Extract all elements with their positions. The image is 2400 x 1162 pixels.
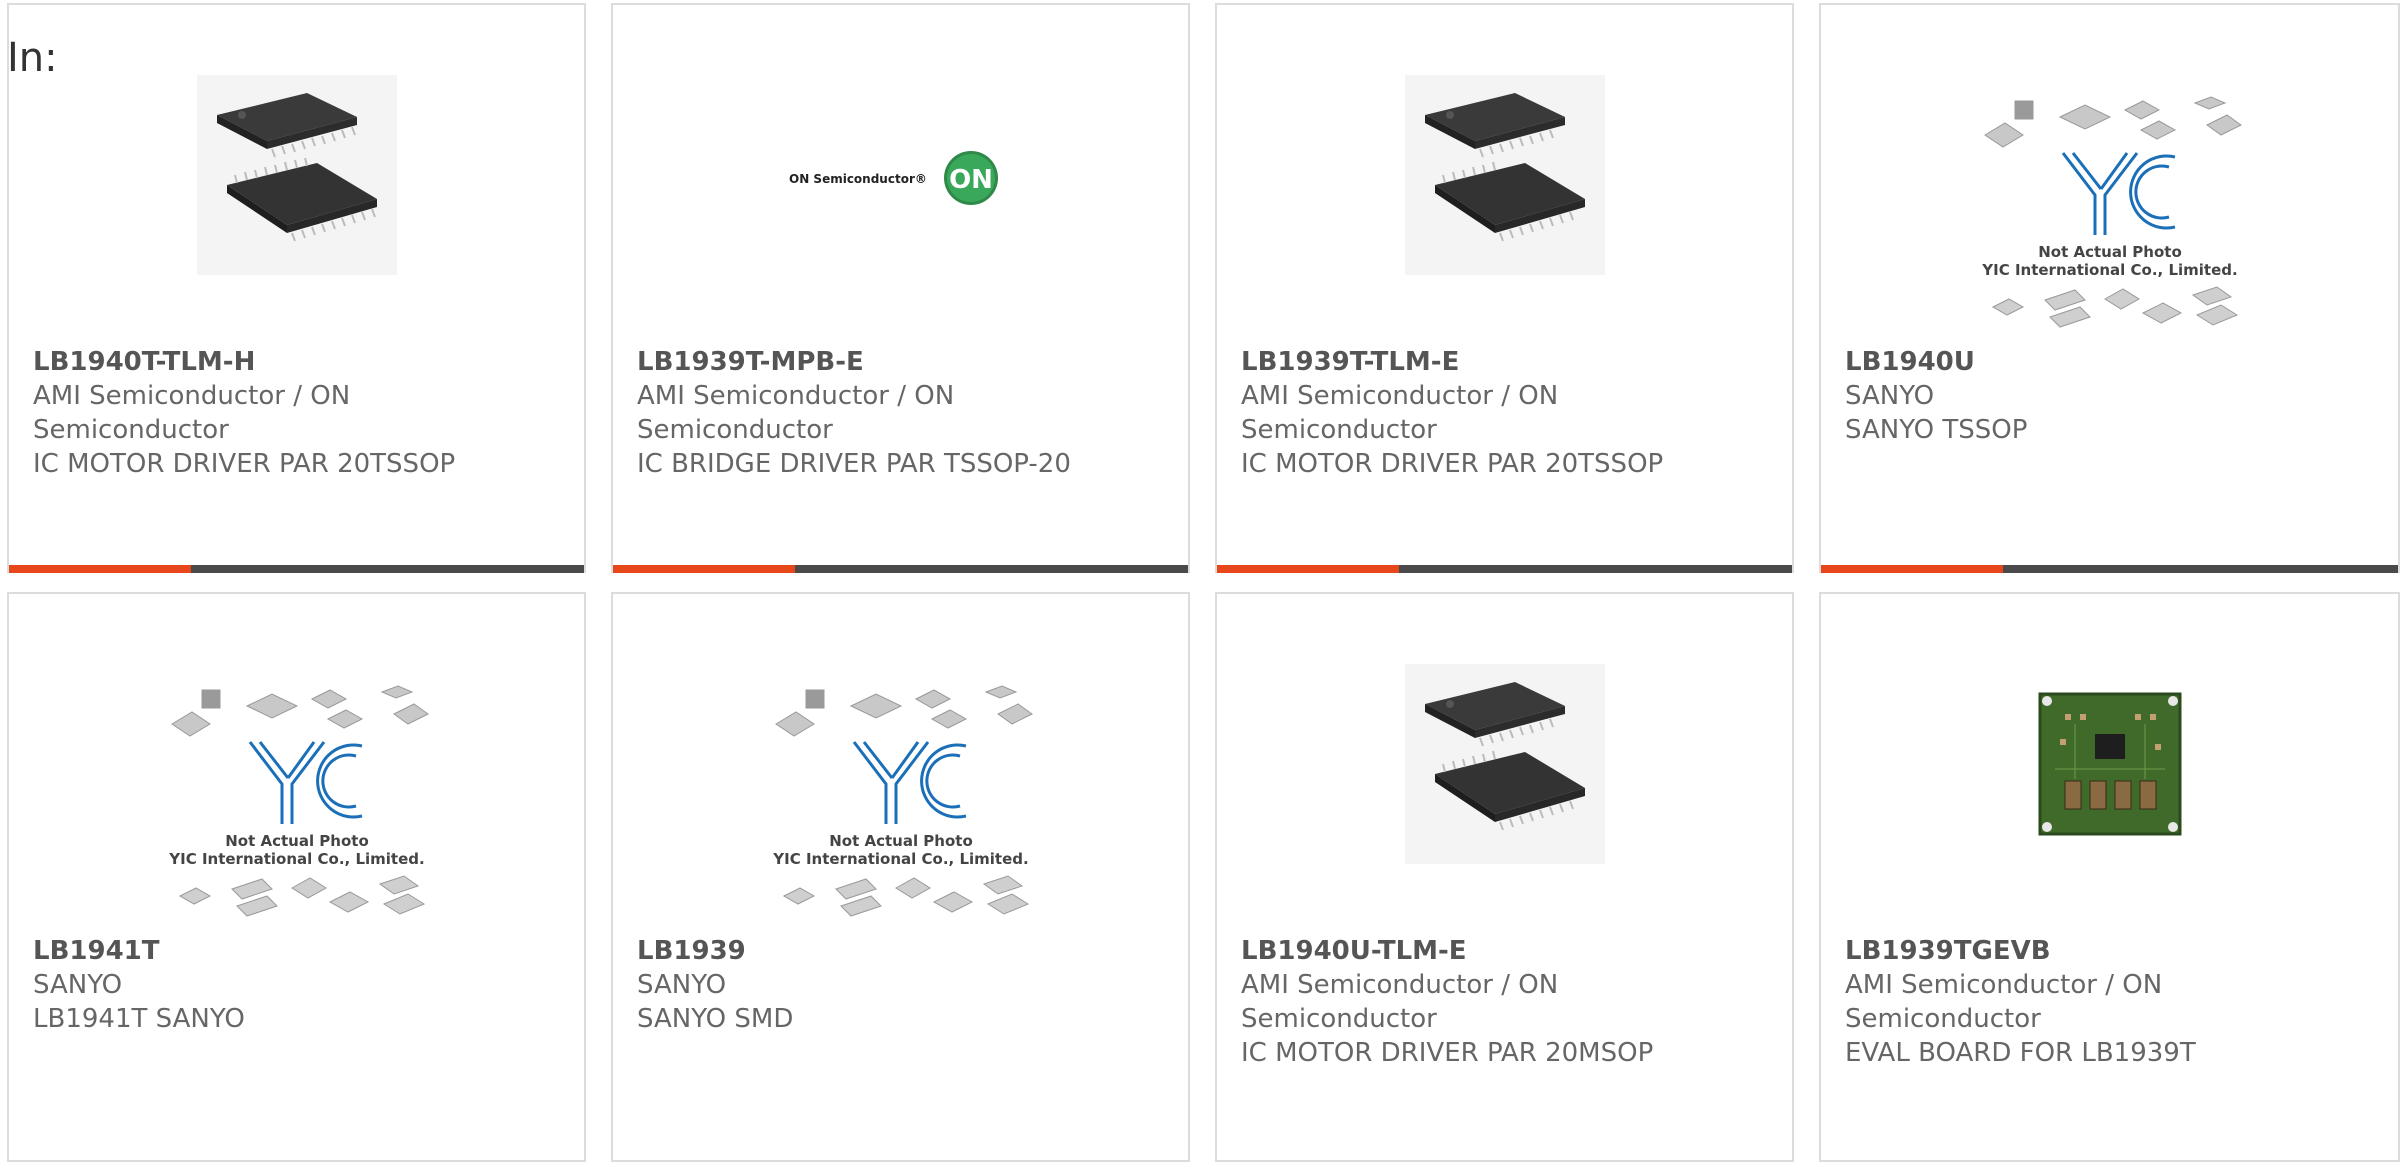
product-card[interactable]: Not Actual Photo YIC International Co., … (1819, 3, 2400, 573)
logo-text: ON Semiconductor® (789, 172, 927, 186)
manufacturer-name: AMI Semiconductor / ON Semiconductor (33, 381, 351, 445)
product-description: IC BRIDGE DRIVER PAR TSSOP-20 (637, 449, 1071, 479)
product-description: IC MOTOR DRIVER PAR 20MSOP (1241, 1038, 1654, 1068)
tssop-chip-photo-icon (1404, 664, 1605, 864)
product-card[interactable]: LB1939T-TLM-E AMI Semiconductor / ON Sem… (1215, 3, 1794, 573)
tssop-chip-photo-icon (1404, 75, 1605, 275)
part-number-link[interactable]: LB1939T-MPB-E (637, 345, 1072, 379)
placeholder-line1: Not Actual Photo (2038, 243, 2182, 261)
card-accent-bar (1821, 565, 2398, 573)
product-card[interactable]: ON Semiconductor® ON LB1939T-MPB-E AMI S… (611, 3, 1190, 573)
placeholder-line2: YIC International Co., Limited. (772, 850, 1028, 868)
part-number-link[interactable]: LB1941T (33, 934, 468, 968)
placeholder-line1: Not Actual Photo (225, 832, 369, 850)
card-accent-bar (613, 565, 1188, 573)
yic-placeholder-icon: Not Actual Photo YIC International Co., … (168, 685, 429, 917)
product-image[interactable] (1217, 664, 1792, 874)
yic-placeholder-icon: Not Actual Photo YIC International Co., … (1981, 96, 2242, 328)
product-image[interactable] (9, 75, 584, 285)
eval-board-photo-icon (2038, 692, 2181, 836)
product-card[interactable]: LB1940U-TLM-E AMI Semiconductor / ON Sem… (1215, 592, 1794, 1162)
manufacturer-name: AMI Semiconductor / ON Semiconductor (1241, 381, 1559, 445)
card-accent-bar (9, 565, 584, 573)
product-description: IC MOTOR DRIVER PAR 20TSSOP (33, 449, 456, 479)
card-accent-bar (1217, 565, 1792, 573)
product-card[interactable]: LB1940T-TLM-H AMI Semiconductor / ON Sem… (7, 3, 586, 573)
product-description: SANYO SMD (637, 1004, 794, 1034)
product-description: SANYO TSSOP (1845, 415, 2028, 445)
product-image[interactable]: Not Actual Photo YIC International Co., … (1821, 95, 2398, 328)
placeholder-line2: YIC International Co., Limited. (1981, 261, 2237, 279)
manufacturer-name: AMI Semiconductor / ON Semiconductor (1241, 970, 1559, 1034)
manufacturer-name: SANYO (33, 970, 123, 1000)
product-image[interactable]: Not Actual Photo YIC International Co., … (613, 684, 1188, 917)
on-semiconductor-logo-icon: ON Semiconductor® ON (789, 151, 998, 205)
product-description: EVAL BOARD FOR LB1939T (1845, 1038, 2196, 1068)
product-description: IC MOTOR DRIVER PAR 20TSSOP (1241, 449, 1664, 479)
product-card[interactable]: LB1939TGEVB AMI Semiconductor / ON Semic… (1819, 592, 2400, 1162)
results-heading: In: (7, 35, 58, 81)
placeholder-line2: YIC International Co., Limited. (168, 850, 424, 868)
placeholder-line1: Not Actual Photo (829, 832, 973, 850)
product-description: LB1941T SANYO (33, 1004, 245, 1034)
part-number-link[interactable]: LB1939T-TLM-E (1241, 345, 1676, 379)
part-number-link[interactable]: LB1940T-TLM-H (33, 345, 468, 379)
tssop-chip-photo-icon (196, 75, 397, 275)
manufacturer-name: AMI Semiconductor / ON Semiconductor (637, 381, 955, 445)
product-card[interactable]: Not Actual Photo YIC International Co., … (7, 592, 586, 1162)
product-image[interactable] (1217, 75, 1792, 285)
yic-placeholder-icon: Not Actual Photo YIC International Co., … (772, 685, 1033, 917)
part-number-link[interactable]: LB1939 (637, 934, 1072, 968)
product-image[interactable]: Not Actual Photo YIC International Co., … (9, 684, 584, 917)
part-number-link[interactable]: LB1939TGEVB (1845, 934, 2280, 968)
manufacturer-name: SANYO (1845, 381, 1935, 411)
manufacturer-name: SANYO (637, 970, 727, 1000)
part-number-link[interactable]: LB1940U (1845, 345, 2280, 379)
logo-badge: ON (949, 165, 993, 195)
product-card[interactable]: Not Actual Photo YIC International Co., … (611, 592, 1190, 1162)
manufacturer-name: AMI Semiconductor / ON Semiconductor (1845, 970, 2163, 1034)
part-number-link[interactable]: LB1940U-TLM-E (1241, 934, 1676, 968)
product-image[interactable]: ON Semiconductor® ON (613, 75, 1188, 285)
product-image[interactable] (1821, 689, 2398, 899)
